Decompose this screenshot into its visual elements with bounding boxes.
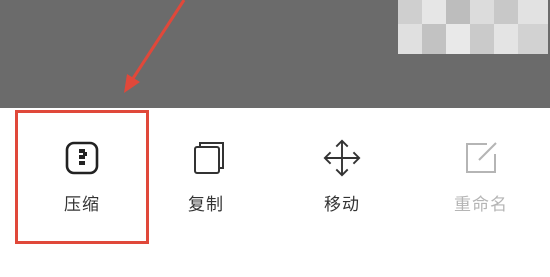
move-icon xyxy=(322,138,362,178)
rename-label: 重命名 xyxy=(454,195,508,215)
highlight-annotation-box xyxy=(15,110,149,244)
pixelated-redaction xyxy=(398,0,548,60)
copy-label: 复制 xyxy=(188,195,224,215)
rename-button[interactable]: 重命名 xyxy=(436,138,526,228)
move-button[interactable]: 移动 xyxy=(297,138,387,228)
copy-button[interactable]: 复制 xyxy=(161,138,251,228)
copy-icon xyxy=(186,138,226,178)
rename-icon xyxy=(461,138,501,178)
move-label: 移动 xyxy=(324,195,360,215)
